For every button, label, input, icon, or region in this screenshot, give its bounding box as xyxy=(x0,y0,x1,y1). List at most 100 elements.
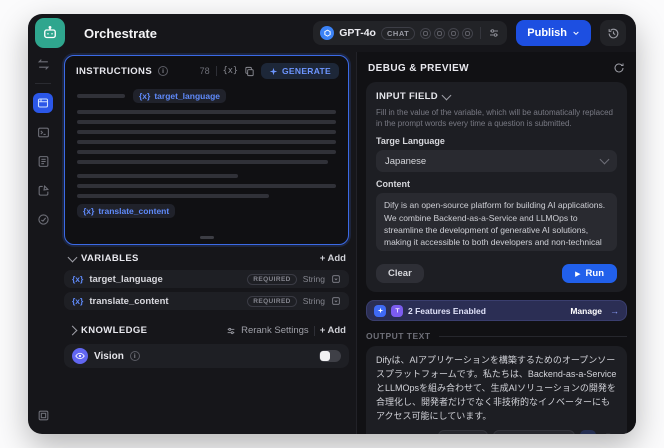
conversation-opener-icon xyxy=(374,304,386,317)
sidebar-item-api-access[interactable] xyxy=(33,122,53,142)
arrow-right-icon: → xyxy=(610,305,619,316)
vision-toggle[interactable] xyxy=(319,350,341,362)
variable-token: {x} xyxy=(83,206,95,216)
model-capability-icon xyxy=(434,27,446,39)
variable-name: target_language xyxy=(89,273,163,285)
clear-button[interactable]: Clear xyxy=(376,264,424,284)
input-field-description: Fill in the value of the variable, which… xyxy=(376,108,614,129)
chevron-right-icon xyxy=(67,325,78,336)
copy-icon xyxy=(606,433,611,434)
resize-handle[interactable] xyxy=(199,236,214,239)
variable-token: {x} xyxy=(72,296,84,306)
generate-button[interactable]: GENERATE xyxy=(261,63,339,79)
type-options-icon[interactable] xyxy=(331,274,341,284)
model-capability-icon xyxy=(420,27,432,39)
add-knowledge-button[interactable]: + Add xyxy=(320,325,346,336)
orchestrate-column: INSTRUCTIONS i 78 {x} GENERATE {x} targe… xyxy=(58,52,356,434)
variable-token: {x} xyxy=(72,274,84,284)
eye-icon xyxy=(72,348,88,364)
chevron-down-icon xyxy=(599,154,610,165)
logs-label: Logs xyxy=(459,433,479,434)
target-language-select[interactable]: Japanese xyxy=(376,150,617,173)
rerank-settings-button[interactable]: Rerank Settings xyxy=(226,325,309,336)
variable-name: translate_content xyxy=(89,295,169,307)
vision-feature-row: Vision i xyxy=(64,344,349,368)
content-label: Content xyxy=(376,179,410,190)
features-enabled-label: 2 Features Enabled xyxy=(408,305,486,316)
output-text: Difyは、AIアプリケーションを構築するためのオープンソースプラットフォームで… xyxy=(376,355,617,422)
debug-preview-panel: DEBUG & PREVIEW INPUT FIELD Fill in the … xyxy=(356,52,636,434)
variable-name: target_language xyxy=(154,91,220,101)
sidebar-item-logs[interactable] xyxy=(33,151,53,171)
run-label: Run xyxy=(585,268,604,280)
info-icon: i xyxy=(129,351,140,361)
version-history-button[interactable] xyxy=(600,20,626,46)
manage-features-link[interactable]: Manage xyxy=(570,306,602,316)
variable-pill-target-language[interactable]: {x} target_language xyxy=(133,89,226,103)
switch-app-icon[interactable] xyxy=(33,54,53,74)
copy-icon[interactable] xyxy=(244,66,255,77)
variable-type: String xyxy=(302,274,325,284)
variable-row-translate-content[interactable]: {x} translate_content REQUIRED String xyxy=(64,292,349,310)
sparkle-icon xyxy=(269,67,278,75)
variable-pill-translate-content[interactable]: {x} translate_content xyxy=(77,204,176,218)
chevron-down-icon xyxy=(441,90,452,100)
variable-type: String xyxy=(302,296,325,306)
instructions-editor[interactable]: INSTRUCTIONS i 78 {x} GENERATE {x} targe… xyxy=(64,55,349,245)
text-to-speech-icon xyxy=(391,304,403,317)
model-capability-icons xyxy=(420,27,474,39)
input-field-card: INPUT FIELD Fill in the value of the var… xyxy=(366,82,627,293)
openai-logo-icon xyxy=(320,26,335,40)
variables-title: VARIABLES xyxy=(81,253,139,264)
type-options-icon[interactable] xyxy=(331,296,341,306)
copy-output-button[interactable] xyxy=(601,430,617,434)
debug-preview-title: DEBUG & PREVIEW xyxy=(368,62,470,74)
model-capability-icon xyxy=(462,27,474,39)
add-variable-button[interactable]: + Add xyxy=(320,253,346,264)
publish-button[interactable]: Publish xyxy=(516,20,591,46)
input-field-title: INPUT FIELD xyxy=(376,91,438,102)
sidebar-item-annotations[interactable] xyxy=(33,180,53,200)
run-button[interactable]: ▶ Run xyxy=(562,264,617,284)
more-like-this-button[interactable]: More like this xyxy=(492,430,575,434)
knowledge-title: KNOWLEDGE xyxy=(81,325,148,336)
input-field-header[interactable]: INPUT FIELD xyxy=(376,90,617,102)
speaker-icon xyxy=(583,433,593,434)
sidebar-item-monitoring[interactable] xyxy=(33,209,53,229)
sliders-icon xyxy=(227,327,235,334)
more-like-this-label: More like this xyxy=(513,433,567,434)
variables-header[interactable]: VARIABLES + Add xyxy=(64,245,349,270)
vision-label: Vision xyxy=(94,350,124,362)
instructions-title: INSTRUCTIONS xyxy=(76,65,153,77)
output-text-title: OUTPUT TEXT xyxy=(366,331,431,342)
rerank-settings-label: Rerank Settings xyxy=(241,325,309,336)
publish-label: Publish xyxy=(527,27,567,39)
title-bar: Orchestrate GPT-4o CHAT Publish xyxy=(28,14,636,52)
content-textarea[interactable]: Dify is an open-source platform for buil… xyxy=(376,193,617,252)
page-title: Orchestrate xyxy=(84,25,157,41)
model-capability-icon xyxy=(448,27,460,39)
collapse-sidebar-icon[interactable] xyxy=(33,405,53,425)
model-selector[interactable]: GPT-4o CHAT xyxy=(313,21,508,45)
app-robot-icon[interactable] xyxy=(35,18,65,48)
refresh-icon[interactable] xyxy=(613,62,625,74)
knowledge-header[interactable]: KNOWLEDGE Rerank Settings + Add xyxy=(64,314,349,342)
app-window: Orchestrate GPT-4o CHAT Publish INSTRUCT… xyxy=(28,14,636,434)
variable-token: {x} xyxy=(139,91,151,101)
model-name: GPT-4o xyxy=(339,27,376,39)
logs-button[interactable]: Logs xyxy=(438,430,488,434)
variable-row-target-language[interactable]: {x} target_language REQUIRED String xyxy=(64,270,349,288)
generate-label: GENERATE xyxy=(282,66,331,76)
features-enabled-bar[interactable]: 2 Features Enabled Manage → xyxy=(366,300,627,322)
chevron-down-icon xyxy=(67,252,78,262)
instructions-char-count: 78 xyxy=(199,66,210,76)
instructions-body[interactable]: {x} target_language {x} translate_conten… xyxy=(65,84,348,244)
speaker-button[interactable] xyxy=(580,430,596,434)
model-params-sliders-icon[interactable] xyxy=(488,27,500,39)
required-badge: REQUIRED xyxy=(247,295,297,307)
play-icon: ▶ xyxy=(575,270,581,278)
target-language-value: Japanese xyxy=(385,155,427,167)
restore-clock-icon xyxy=(608,28,618,38)
insert-variable-icon[interactable]: {x} xyxy=(223,66,238,76)
sidebar-item-orchestrate[interactable] xyxy=(33,93,53,113)
